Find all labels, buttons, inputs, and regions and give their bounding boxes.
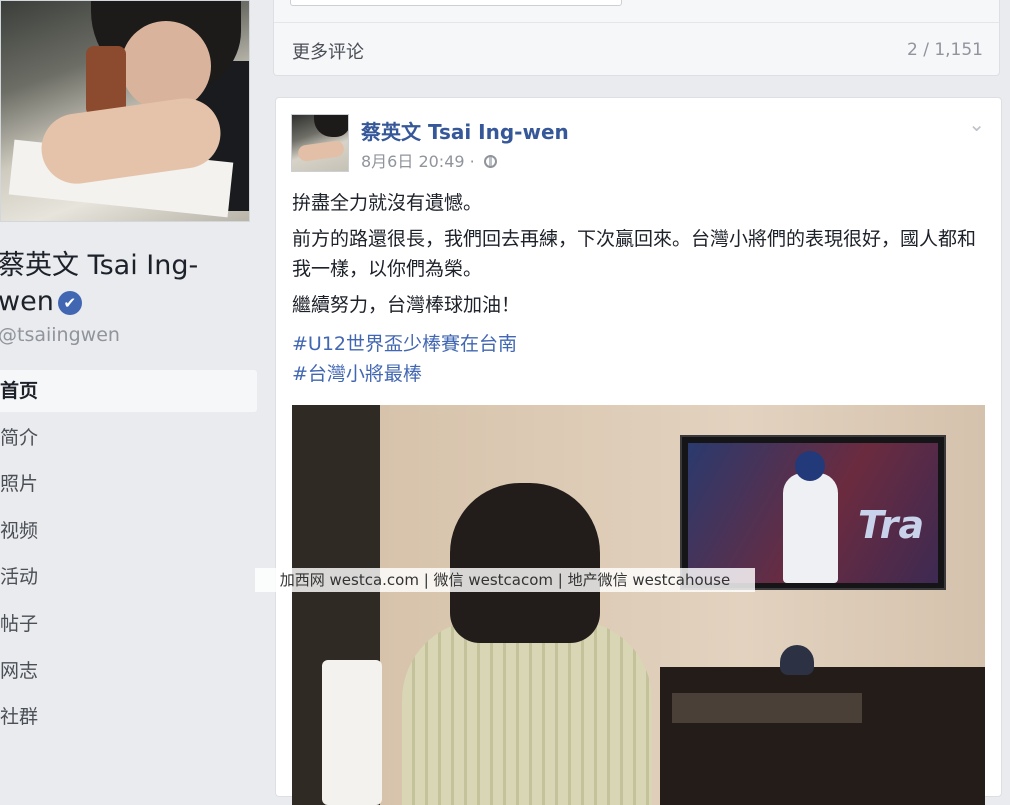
hashtag-link[interactable]: #U12世界盃少棒賽在台南 — [292, 329, 517, 359]
post-photo[interactable]: Tra — [292, 405, 985, 805]
nav-item-notes[interactable]: 网志 — [0, 650, 257, 692]
nav-item-posts[interactable]: 帖子 — [0, 603, 257, 645]
previous-post-comments: 更多评论 2 / 1,151 — [273, 0, 1000, 76]
profile-nav: 首页 简介 照片 视频 活动 帖子 网志 社群 — [0, 370, 257, 743]
watermark: 加西网 westca.com | 微信 westcacom | 地产微信 wes… — [255, 568, 755, 592]
tv-in-photo: Tra — [680, 435, 946, 590]
nav-item-about[interactable]: 简介 — [0, 417, 257, 459]
post-meta: 8月6日 20:49 · — [361, 148, 497, 172]
globe-icon — [483, 155, 497, 168]
divider — [274, 22, 999, 23]
post-paragraph: 繼續努力，台灣棒球加油！ — [292, 294, 521, 316]
profile-name[interactable]: 蔡英文 Tsai Ing-wen ✔ — [0, 248, 248, 320]
hashtag-link[interactable]: #台灣小將最棒 — [292, 359, 517, 389]
chevron-down-icon[interactable]: ⌄ — [968, 112, 985, 136]
verified-badge-icon: ✔ — [57, 291, 82, 315]
nav-item-events[interactable]: 活动 — [0, 556, 257, 598]
nav-item-home[interactable]: 首页 — [0, 370, 257, 412]
profile-picture[interactable] — [0, 0, 250, 222]
post-body: 拚盡全力就沒有遺憾。 前方的路還很長，我們回去再練，下次贏回來。台灣小將們的表現… — [292, 188, 982, 326]
post-paragraph: 拚盡全力就沒有遺憾。 — [292, 192, 483, 214]
post-timestamp[interactable]: 8月6日 20:49 · — [361, 152, 480, 171]
tv-screen-text: Tra — [858, 503, 925, 547]
post-author-avatar[interactable] — [291, 114, 349, 172]
nav-item-videos[interactable]: 视频 — [0, 510, 257, 552]
post-author-name[interactable]: 蔡英文 Tsai Ing-wen — [361, 116, 569, 145]
post-card: 蔡英文 Tsai Ing-wen 8月6日 20:49 · ⌄ 拚盡全力就沒有遺… — [275, 97, 1002, 805]
comments-count: 2 / 1,151 — [906, 40, 983, 60]
profile-handle[interactable]: @tsaiingwen — [0, 324, 120, 346]
profile-name-text[interactable]: 蔡英文 Tsai Ing-wen — [0, 250, 198, 317]
nav-item-community[interactable]: 社群 — [0, 696, 257, 738]
post-hashtags: #U12世界盃少棒賽在台南 #台灣小將最棒 — [292, 329, 517, 389]
reaction-button-row[interactable] — [290, 0, 622, 6]
more-comments-link[interactable]: 更多评论 — [292, 38, 364, 64]
nav-item-photos[interactable]: 照片 — [0, 463, 257, 505]
post-paragraph: 前方的路還很長，我們回去再練，下次贏回來。台灣小將們的表現很好，國人都和我一樣，… — [292, 228, 977, 280]
